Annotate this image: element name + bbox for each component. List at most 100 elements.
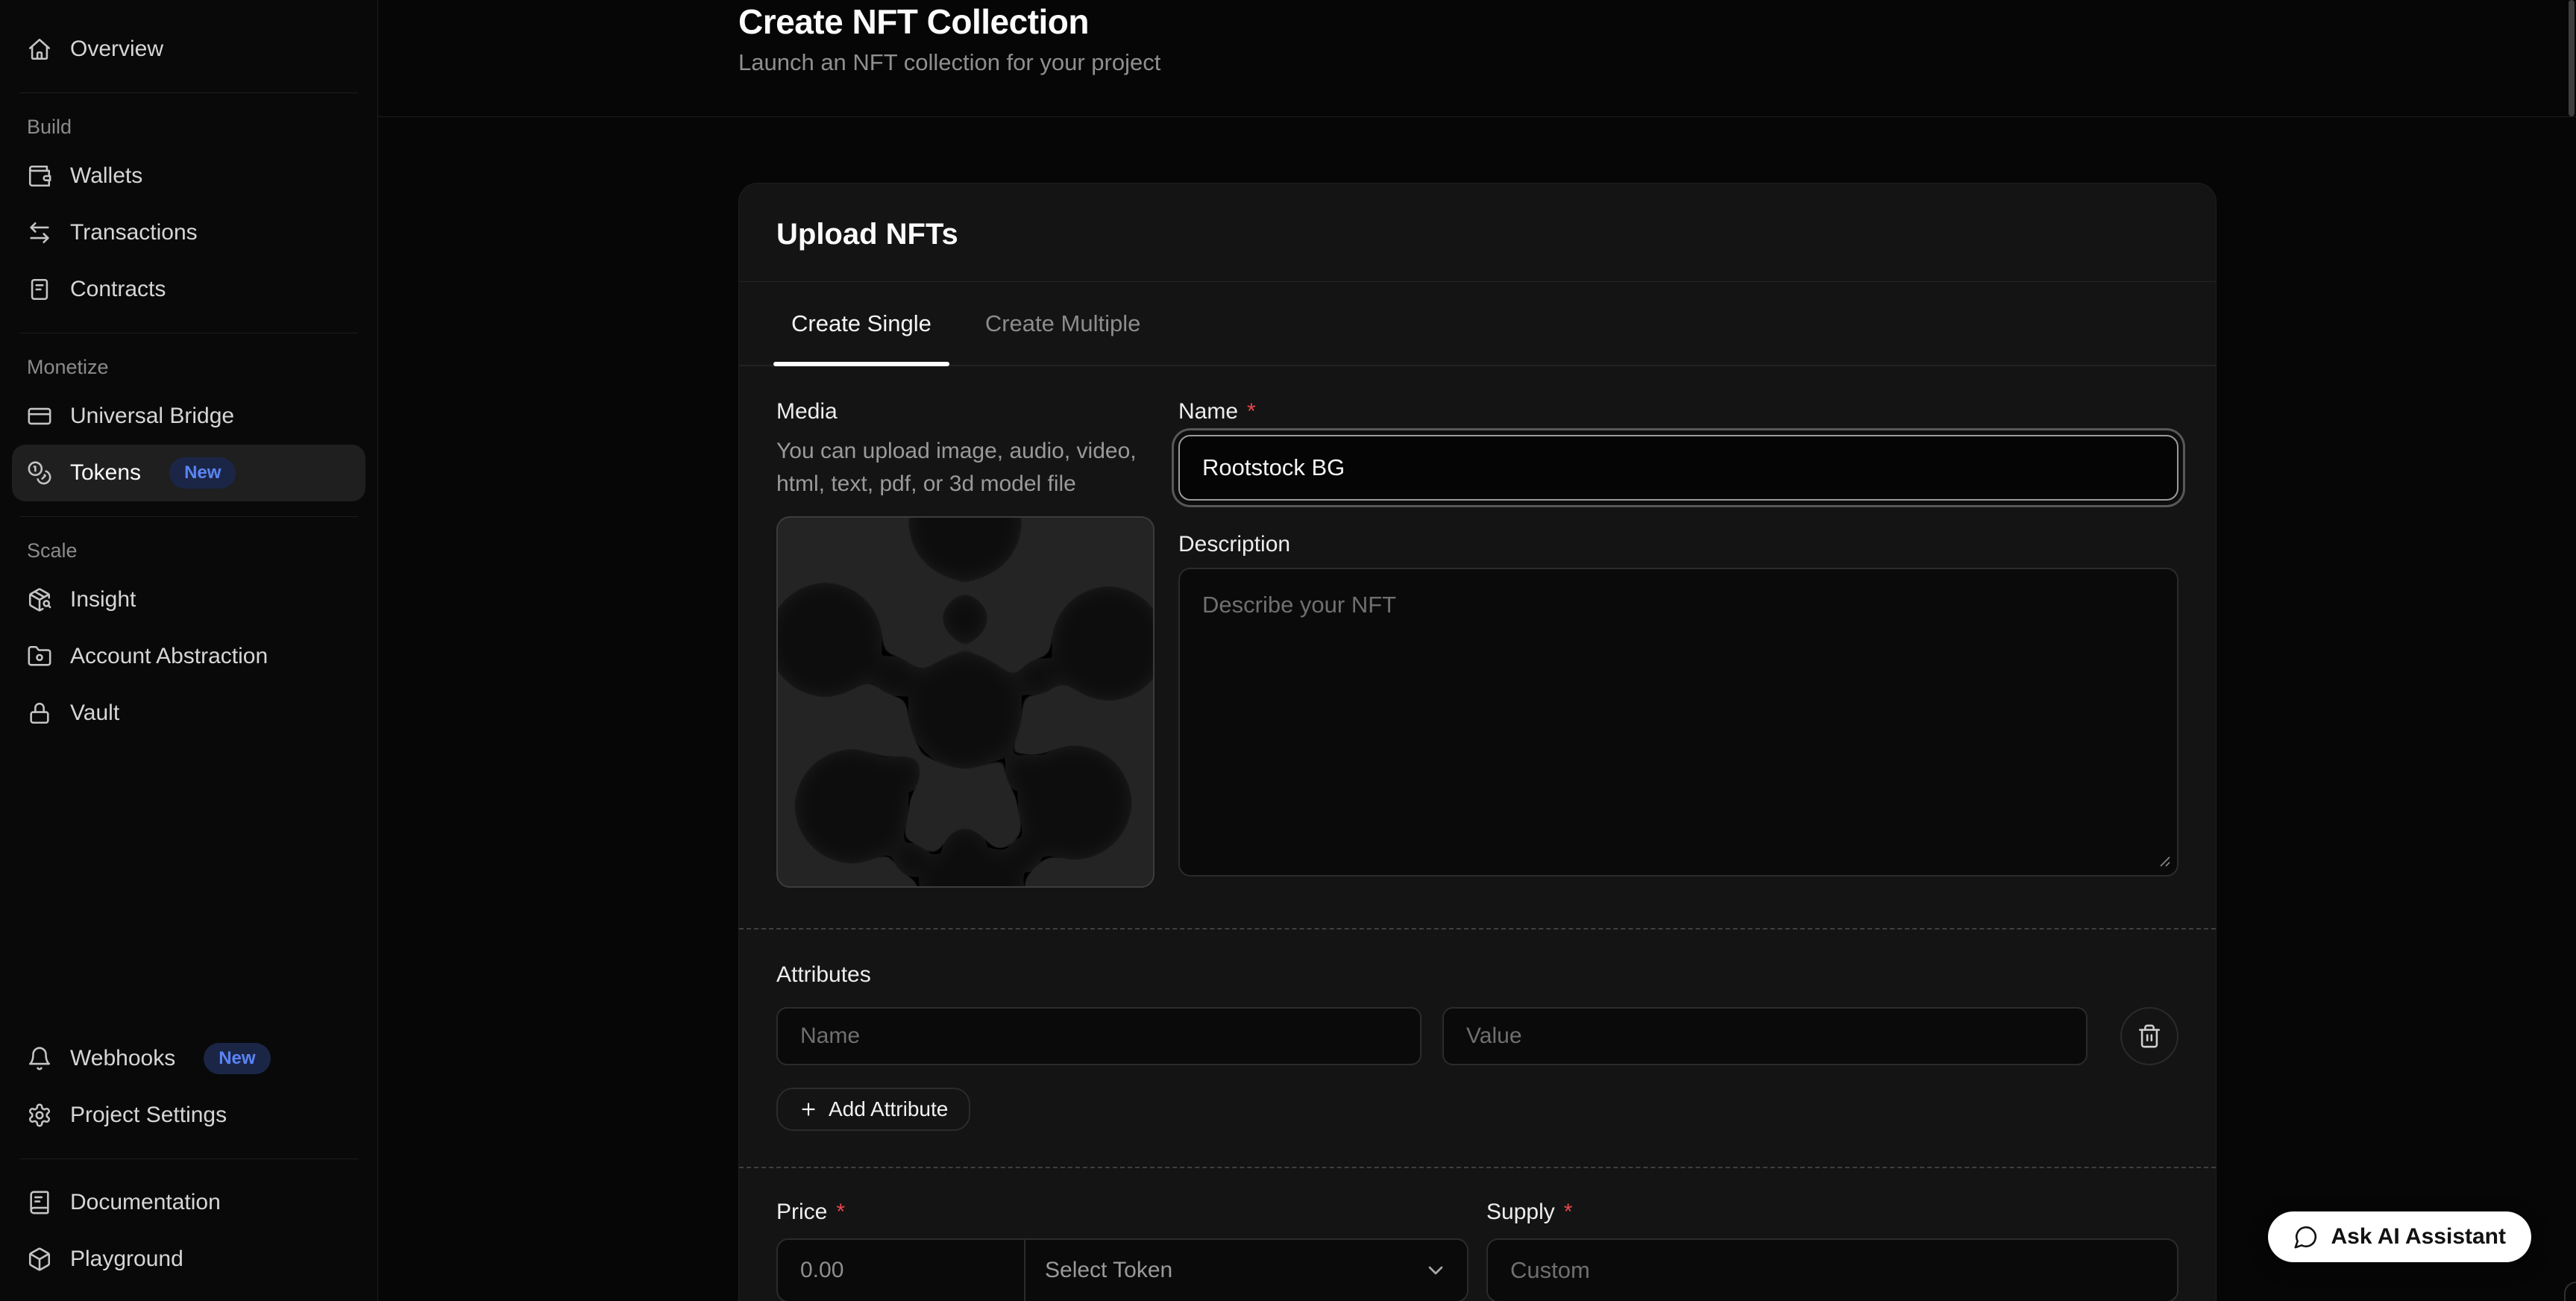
sidebar-item-label: Webhooks xyxy=(70,1046,175,1071)
description-field: Description xyxy=(1178,532,2178,877)
page-subtitle: Launch an NFT collection for your projec… xyxy=(738,49,2217,76)
sidebar-item-label: Playground xyxy=(70,1247,183,1272)
price-supply-section: Price * Select Token xyxy=(739,1168,2216,1301)
attributes-label: Attributes xyxy=(776,962,2178,988)
media-description: You can upload image, audio, video, html… xyxy=(776,435,1155,500)
sidebar-item-project-settings[interactable]: Project Settings xyxy=(0,1087,377,1144)
wallet-icon xyxy=(27,163,52,189)
sidebar-section-label: Scale xyxy=(27,539,351,562)
media-blob-artwork xyxy=(778,518,1153,886)
nft-name-input[interactable] xyxy=(1178,435,2178,501)
sidebar-divider xyxy=(19,516,358,517)
sidebar-item-universal-bridge[interactable]: Universal Bridge xyxy=(0,388,377,445)
sidebar-item-documentation[interactable]: Documentation xyxy=(0,1174,377,1231)
upload-nfts-card: Upload NFTs Create SingleCreate Multiple… xyxy=(738,183,2217,1301)
sidebar-item-label: Project Settings xyxy=(70,1103,227,1128)
supply-field: Supply * xyxy=(1486,1200,2178,1301)
bell-icon xyxy=(27,1046,52,1071)
media-upload-preview[interactable] xyxy=(776,516,1155,888)
sidebar-item-label: Vault xyxy=(70,700,119,726)
sidebar-item-label: Overview xyxy=(70,37,163,62)
name-label: Name * xyxy=(1178,399,2178,424)
page-content: Upload NFTs Create SingleCreate Multiple… xyxy=(378,117,2576,1301)
main-area: Create NFT Collection Launch an NFT coll… xyxy=(378,0,2576,1301)
chat-bubble-icon xyxy=(2293,1224,2319,1250)
required-asterisk: * xyxy=(1564,1200,1573,1225)
sidebar-item-label: Account Abstraction xyxy=(70,644,268,669)
app-screen: Overview Build Wallets Transactions Contract… xyxy=(0,0,2576,1301)
delete-attribute-button[interactable] xyxy=(2120,1007,2178,1065)
page-header: Create NFT Collection Launch an NFT coll… xyxy=(378,0,2576,117)
nft-description-textarea[interactable] xyxy=(1178,568,2178,877)
sidebar-item-label: Wallets xyxy=(70,163,142,189)
price-input-group: Select Token xyxy=(776,1238,1468,1301)
ask-ai-assistant-label: Ask AI Assistant xyxy=(2331,1224,2506,1250)
trash-icon xyxy=(2137,1023,2162,1049)
folder-lock-icon xyxy=(27,644,52,669)
new-badge: New xyxy=(204,1043,270,1074)
sidebar-nav: Overview Build Wallets Transactions Contract… xyxy=(0,21,377,742)
select-token-dropdown[interactable]: Select Token xyxy=(1025,1240,1467,1301)
ask-ai-assistant-button[interactable]: Ask AI Assistant xyxy=(2268,1211,2531,1262)
sidebar-item-account-abstraction[interactable]: Account Abstraction xyxy=(0,628,377,685)
sidebar-item-label: Universal Bridge xyxy=(70,404,234,429)
name-label-text: Name xyxy=(1178,399,1238,424)
price-label-text: Price xyxy=(776,1200,827,1225)
book-icon xyxy=(27,1190,52,1215)
tab-create-single[interactable]: Create Single xyxy=(773,282,949,365)
sidebar-item-label: Documentation xyxy=(70,1190,221,1215)
attributes-section: Attributes xyxy=(739,929,2216,1167)
sidebar-section-label: Build xyxy=(27,116,351,139)
media-section: Media You can upload image, audio, video… xyxy=(776,399,1155,888)
name-field: Name * xyxy=(1178,399,2178,501)
tab-create-multiple[interactable]: Create Multiple xyxy=(967,282,1158,365)
new-badge: New xyxy=(169,457,236,489)
coins-icon xyxy=(27,460,52,486)
description-label: Description xyxy=(1178,532,2178,557)
select-token-label: Select Token xyxy=(1045,1258,1172,1283)
attribute-name-input[interactable] xyxy=(776,1007,1421,1065)
sidebar-item-insight[interactable]: Insight xyxy=(0,571,377,628)
sidebar-item-wallets[interactable]: Wallets xyxy=(0,148,377,204)
home-icon xyxy=(27,37,52,62)
price-label: Price * xyxy=(776,1200,1468,1225)
sidebar-item-contracts[interactable]: Contracts xyxy=(0,261,377,318)
cube-icon xyxy=(27,1247,52,1272)
sidebar-item-transactions[interactable]: Transactions xyxy=(0,204,377,261)
plus-icon xyxy=(799,1100,818,1119)
arrows-icon xyxy=(27,220,52,245)
sidebar-item-webhooks[interactable]: Webhooks New xyxy=(0,1030,377,1087)
card-body: Media You can upload image, audio, video… xyxy=(739,366,2216,928)
price-amount-input[interactable] xyxy=(778,1240,1024,1301)
sidebar-item-tokens[interactable]: Tokens New xyxy=(12,445,365,501)
sidebar-section-label: Monetize xyxy=(27,356,351,379)
required-asterisk: * xyxy=(836,1200,845,1225)
sidebar: Overview Build Wallets Transactions Contract… xyxy=(0,0,378,1301)
sidebar-item-vault[interactable]: Vault xyxy=(0,685,377,742)
scrollbar-thumb[interactable] xyxy=(2569,0,2575,116)
sidebar-item-label: Tokens xyxy=(70,460,141,486)
chevron-down-icon xyxy=(1424,1258,1448,1282)
media-label: Media xyxy=(776,399,1155,424)
add-attribute-button[interactable]: Add Attribute xyxy=(776,1088,970,1131)
gear-icon xyxy=(27,1103,52,1128)
sidebar-item-label: Contracts xyxy=(70,277,166,302)
credit-card-icon xyxy=(27,404,52,429)
price-field: Price * Select Token xyxy=(776,1200,1468,1301)
page-title: Create NFT Collection xyxy=(738,0,2217,42)
sidebar-item-overview[interactable]: Overview xyxy=(0,21,377,78)
card-title: Upload NFTs xyxy=(776,218,2178,251)
supply-input[interactable] xyxy=(1486,1238,2178,1301)
sidebar-item-label: Insight xyxy=(70,587,136,612)
package-search-icon xyxy=(27,587,52,612)
sidebar-footer: Webhooks New Project Settings Documentation… xyxy=(0,1030,377,1288)
attribute-value-input[interactable] xyxy=(1442,1007,2087,1065)
supply-label-text: Supply xyxy=(1486,1200,1555,1225)
resize-handle-icon[interactable] xyxy=(2155,851,2173,869)
add-attribute-label: Add Attribute xyxy=(829,1097,948,1121)
card-header: Upload NFTs xyxy=(739,184,2216,282)
sidebar-item-label: Transactions xyxy=(70,220,198,245)
sidebar-item-playground[interactable]: Playground xyxy=(0,1231,377,1288)
supply-label: Supply * xyxy=(1486,1200,2178,1225)
document-icon xyxy=(27,277,52,302)
